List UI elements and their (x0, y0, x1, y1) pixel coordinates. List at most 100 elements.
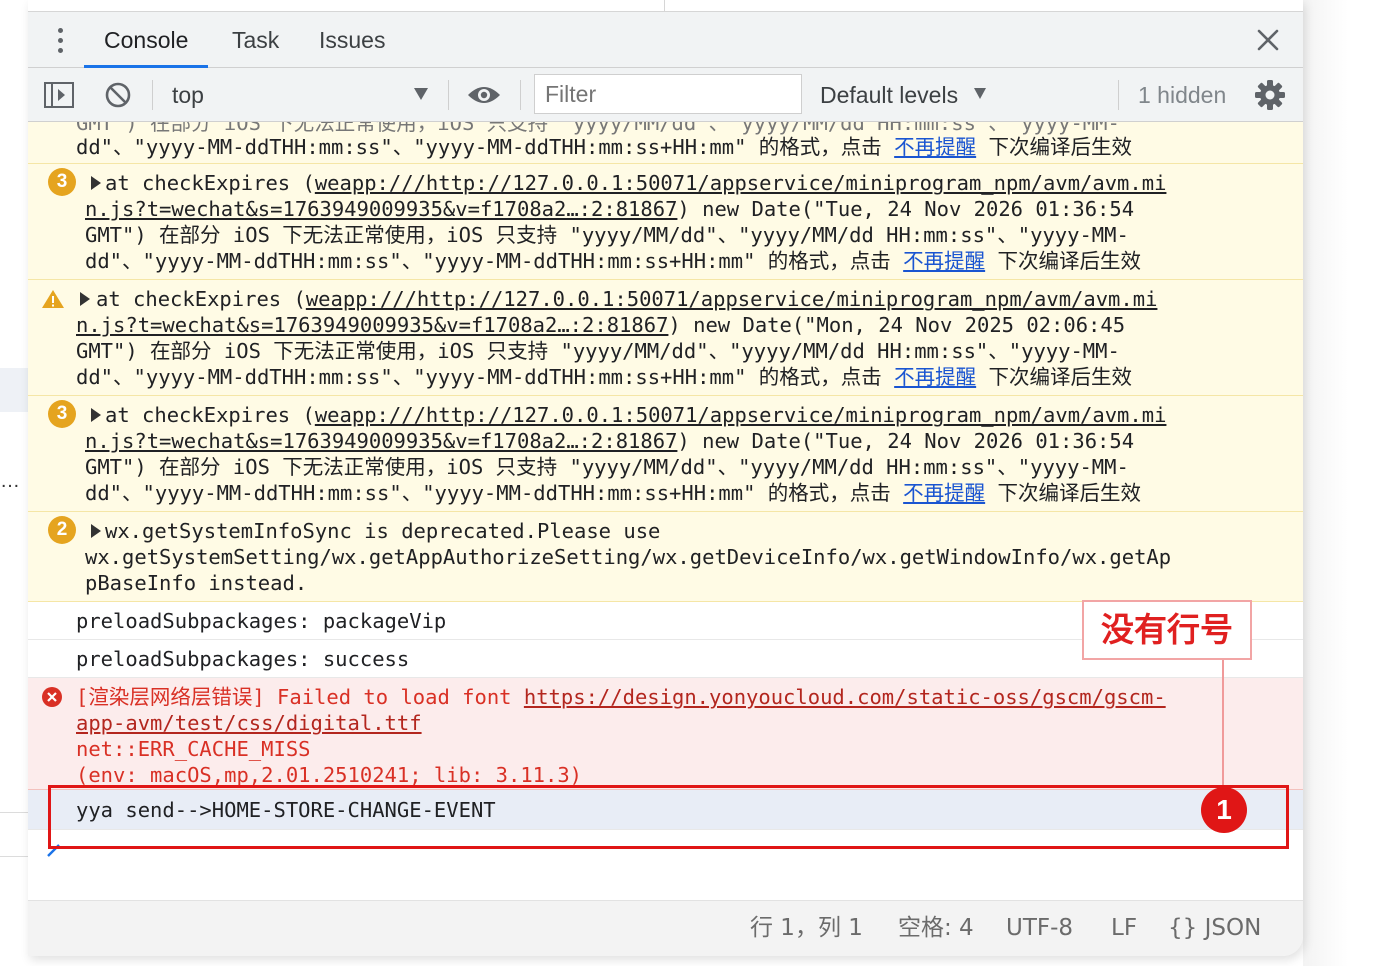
error-icon (42, 687, 62, 707)
tab-issues[interactable]: Issues (319, 12, 385, 68)
chevron-down-icon[interactable] (974, 88, 986, 99)
message-line: n.js?t=wechat&s=1763949009935&v=f1708a2…… (76, 312, 1125, 338)
source-link[interactable]: n.js?t=wechat&s=1763949009935&v=f1708a2…… (85, 197, 677, 221)
expand-triangle-icon[interactable] (91, 524, 101, 538)
window-shadow (1303, 0, 1378, 966)
source-link[interactable]: weapp:///http://127.0.0.1:50071/appservi… (315, 171, 1167, 195)
background-divider (0, 812, 28, 813)
source-link[interactable]: n.js?t=wechat&s=1763949009935&v=f1708a2…… (85, 429, 677, 453)
tab-console[interactable]: Console (83, 12, 209, 68)
message-line: GMT") 在部分 iOS 下无法正常使用，iOS 只支持 "yyyy/MM/d… (85, 455, 1129, 479)
message-line: dd"、"yyyy-MM-ddTHH:mm:ss"、"yyyy-MM-ddTHH… (85, 480, 1141, 506)
message-line: at checkExpires (weapp:///http://127.0.0… (96, 286, 1157, 312)
message-line: GMT") 在部分 iOS 下无法正常使用，iOS 只支持 "yyyy/MM/d… (85, 223, 1129, 247)
console-output: GMT") 在部分 iOS 下无法正常使用，iOS 只支持 "yyyy/MM/d… (28, 122, 1303, 900)
message-line: dd"、"yyyy-MM-ddTHH:mm:ss"、"yyyy-MM-ddTHH… (76, 364, 1132, 390)
encoding-status[interactable]: UTF-8 (1006, 901, 1073, 955)
console-message-warning[interactable]: GMT") 在部分 iOS 下无法正常使用，iOS 只支持 "yyyy/MM/d… (28, 122, 1303, 164)
message-text: at checkExpires ( (105, 171, 315, 195)
message-text: ) new Date("Tue, 24 Nov 2026 01:36:54 (677, 197, 1135, 221)
hidden-count: 1 hidden (1138, 82, 1227, 108)
drawer-tab-bar: Console Task Issues (28, 12, 1303, 68)
warning-icon (42, 290, 64, 308)
background-ellipsis: … (0, 470, 20, 492)
chevron-down-icon[interactable] (414, 88, 428, 100)
message-text: dd"、"yyyy-MM-ddTHH:mm:ss"、"yyyy-MM-ddTHH… (85, 481, 904, 505)
message-text: dd"、"yyyy-MM-ddTHH:mm:ss"、"yyyy-MM-ddTHH… (76, 365, 895, 389)
message-text: at checkExpires ( (96, 287, 306, 311)
top-strip (28, 0, 1303, 12)
message-text: ) new Date("Tue, 24 Nov 2026 01:36:54 (677, 429, 1135, 453)
gear-icon[interactable] (1254, 79, 1286, 111)
more-tabs-icon[interactable] (52, 26, 68, 56)
message-line: wx.getSystemInfoSync is deprecated.Pleas… (105, 519, 661, 543)
toolbar-separator (152, 80, 153, 110)
source-link[interactable]: weapp:///http://127.0.0.1:50071/appservi… (306, 287, 1158, 311)
eye-icon[interactable] (466, 81, 502, 109)
sidebar-toggle-icon[interactable] (43, 80, 75, 110)
background-window: … (0, 0, 28, 966)
message-line: GMT") 在部分 iOS 下无法正常使用，iOS 只支持 "yyyy/MM/d… (76, 339, 1120, 363)
devtools-panel: Console Task Issues top Default levels (28, 0, 1303, 956)
message-line: n.js?t=wechat&s=1763949009935&v=f1708a2…… (85, 428, 1134, 454)
message-text: 下次编译后生效 (976, 365, 1132, 389)
message-text: [渲染层网络层错误] Failed to load font (76, 685, 524, 709)
message-line: preloadSubpackages: success (76, 647, 410, 671)
message-line: dd"、"yyyy-MM-ddTHH:mm:ss"、"yyyy-MM-ddTHH… (85, 248, 1141, 274)
expand-triangle-icon[interactable] (80, 292, 90, 306)
expand-triangle-icon[interactable] (91, 408, 101, 422)
console-message-warning[interactable]: 3 at checkExpires (weapp:///http://127.0… (28, 164, 1303, 280)
toolbar-separator (520, 80, 521, 110)
message-text: dd"、"yyyy-MM-ddTHH:mm:ss"、"yyyy-MM-ddTHH… (85, 249, 904, 273)
message-line: at checkExpires (weapp:///http://127.0.0… (105, 402, 1166, 428)
tab-task[interactable]: Task (232, 12, 279, 68)
close-icon[interactable] (1253, 25, 1283, 55)
message-line: app-avm/test/css/digital.ttf (76, 710, 422, 736)
message-text: dd"、"yyyy-MM-ddTHH:mm:ss"、"yyyy-MM-ddTHH… (76, 135, 895, 159)
message-line: [渲染层网络层错误] Failed to load font https://d… (76, 684, 1166, 710)
message-line: at checkExpires (weapp:///http://127.0.0… (105, 170, 1166, 196)
console-toolbar: top Default levels 1 hidden (28, 68, 1303, 122)
log-levels-dropdown[interactable]: Default levels (820, 68, 958, 122)
dismiss-link[interactable]: 不再提醒 (894, 135, 976, 159)
message-line: preloadSubpackages: packageVip (76, 609, 447, 633)
message-line: pBaseInfo instead. (85, 571, 308, 595)
eol-status[interactable]: LF (1111, 901, 1137, 955)
message-line: net::ERR_CACHE_MISS (76, 737, 311, 761)
source-link[interactable]: https://design.yonyoucloud.com/static-os… (524, 685, 1166, 709)
repeat-count-badge: 3 (48, 400, 76, 428)
console-message-warning[interactable]: 2 wx.getSystemInfoSync is deprecated.Ple… (28, 512, 1303, 602)
console-message-warning[interactable]: 3 at checkExpires (weapp:///http://127.0… (28, 396, 1303, 512)
toolbar-separator (1118, 80, 1119, 110)
expand-triangle-icon[interactable] (91, 176, 101, 190)
language-mode[interactable]: {} JSON (1168, 901, 1261, 955)
indentation-status[interactable]: 空格: 4 (898, 901, 974, 955)
message-line: dd"、"yyyy-MM-ddTHH:mm:ss"、"yyyy-MM-ddTHH… (76, 134, 1132, 160)
toolbar-separator (448, 80, 449, 110)
source-link[interactable]: weapp:///http://127.0.0.1:50071/appservi… (315, 403, 1167, 427)
source-link[interactable]: n.js?t=wechat&s=1763949009935&v=f1708a2…… (76, 313, 668, 337)
annotation-label: 没有行号 (1082, 600, 1252, 660)
message-text: at checkExpires ( (105, 403, 315, 427)
message-line: n.js?t=wechat&s=1763949009935&v=f1708a2…… (85, 196, 1134, 222)
dismiss-link[interactable]: 不再提醒 (903, 481, 985, 505)
console-message-warning[interactable]: at checkExpires (weapp:///http://127.0.0… (28, 280, 1303, 396)
annotation-marker: 1 (1201, 787, 1247, 833)
context-selector[interactable]: top (172, 68, 204, 122)
message-text: 下次编译后生效 (985, 249, 1141, 273)
clear-console-icon[interactable] (103, 80, 133, 110)
cursor-position[interactable]: 行 1，列 1 (750, 901, 863, 955)
dismiss-link[interactable]: 不再提醒 (903, 249, 985, 273)
background-divider (0, 856, 28, 857)
console-message-error[interactable]: [渲染层网络层错误] Failed to load font https://d… (28, 678, 1303, 790)
dismiss-link[interactable]: 不再提醒 (894, 365, 976, 389)
message-text: ) new Date("Mon, 24 Nov 2025 02:06:45 (668, 313, 1126, 337)
divider (664, 0, 665, 12)
annotation-connector (1222, 660, 1224, 786)
repeat-count-badge: 3 (48, 168, 76, 196)
filter-input[interactable] (534, 74, 802, 114)
background-selected-row (0, 368, 28, 412)
message-line: wx.getSystemSetting/wx.getAppAuthorizeSe… (85, 545, 1172, 569)
source-link[interactable]: app-avm/test/css/digital.ttf (76, 711, 422, 735)
message-text: 下次编译后生效 (985, 481, 1141, 505)
